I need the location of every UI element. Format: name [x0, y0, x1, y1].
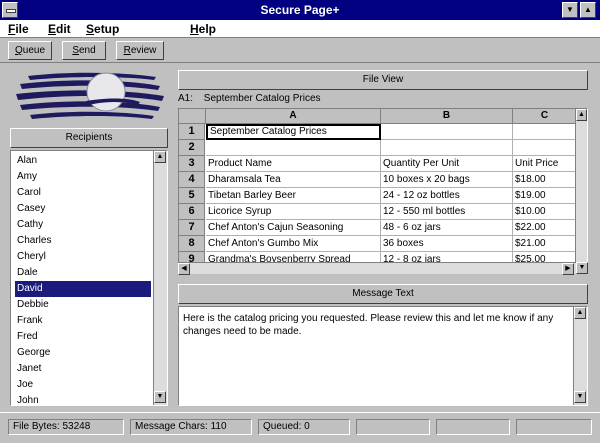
grid-cell-a[interactable]: Product Name [206, 156, 381, 172]
row-header[interactable]: 1 [179, 124, 205, 140]
grid-cell-c[interactable]: $19.00 [513, 188, 577, 204]
scroll-right-icon[interactable]: ▶ [562, 263, 574, 275]
title-bar: Secure Page+ ▼ ▲ [0, 0, 600, 20]
row-header[interactable]: 6 [179, 204, 205, 220]
queue-button[interactable]: Queue [8, 41, 52, 60]
column-header-c[interactable]: C [513, 109, 577, 124]
status-file-bytes: File Bytes: 53248 [8, 419, 124, 435]
grid-cell-b[interactable]: 36 boxes [381, 236, 513, 252]
recipient-item[interactable]: Alan [15, 153, 151, 169]
message-scrollbar[interactable]: ▲ ▼ [573, 307, 587, 405]
grid-cell-c[interactable]: $10.00 [513, 204, 577, 220]
grid-cell-a[interactable]: Licorice Syrup [206, 204, 381, 220]
maximize-icon[interactable]: ▲ [580, 2, 596, 18]
message-textarea[interactable]: Here is the catalog pricing you requeste… [178, 306, 588, 406]
grid-corner [179, 109, 206, 124]
row-header[interactable]: 7 [179, 220, 205, 236]
grid-cell-c[interactable] [513, 124, 577, 140]
grid-cell-a[interactable]: Chef Anton's Gumbo Mix [206, 236, 381, 252]
recipient-item[interactable]: Debbie [15, 297, 151, 313]
scroll-down-icon[interactable]: ▼ [154, 391, 166, 403]
grid-cell-c[interactable]: $21.00 [513, 236, 577, 252]
recipient-item[interactable]: John [15, 393, 151, 405]
grid-cell-c[interactable]: Unit Price [513, 156, 577, 172]
recipients-list[interactable]: Alan Amy Carol Casey Cathy Charles Cheryl Dale D… [10, 150, 168, 406]
grid-cell-a[interactable]: Chef Anton's Cajun Seasoning [206, 220, 381, 236]
status-panel-empty-2 [436, 419, 510, 435]
menu-edit[interactable]: Edit [48, 22, 71, 36]
grid-cell-b[interactable]: 24 - 12 oz bottles [381, 188, 513, 204]
grid-cell-b[interactable]: 12 - 550 ml bottles [381, 204, 513, 220]
row-header[interactable]: 8 [179, 236, 205, 252]
grid-cell-b[interactable]: 48 - 6 oz jars [381, 220, 513, 236]
recipient-item[interactable]: Dale [15, 265, 151, 281]
recipient-item[interactable]: Casey [15, 201, 151, 217]
window-title: Secure Page+ [260, 3, 340, 17]
row-header[interactable]: 4 [179, 172, 205, 188]
scroll-up-icon[interactable]: ▲ [576, 109, 587, 121]
recipient-item[interactable]: George [15, 345, 151, 361]
file-view-title: File View [178, 70, 588, 90]
file-view-vscrollbar[interactable]: ▲ [575, 109, 587, 272]
scroll-up-icon[interactable]: ▲ [574, 307, 586, 319]
cell-reference-value: September Catalog Prices [203, 93, 321, 104]
status-bar: File Bytes: 53248 Message Chars: 110 Que… [0, 412, 600, 443]
send-button[interactable]: Send [62, 41, 106, 60]
spreadsheet-grid[interactable]: A B C 1 September Catalog Prices 2 3 Product… [178, 108, 588, 273]
recipient-item[interactable]: Joe [15, 377, 151, 393]
status-message-chars: Message Chars: 110 [130, 419, 252, 435]
scroll-down-icon[interactable]: ▼ [576, 262, 588, 274]
grid-cell-a[interactable]: Tibetan Barley Beer [206, 188, 381, 204]
review-button[interactable]: Review [116, 41, 164, 60]
recipient-item[interactable]: Amy [15, 169, 151, 185]
row-header[interactable]: 2 [179, 140, 205, 156]
column-header-a[interactable]: A [206, 109, 381, 124]
recipients-scrollbar[interactable]: ▲ ▼ [153, 151, 167, 405]
recipient-item[interactable]: Frank [15, 313, 151, 329]
recipient-item[interactable]: David [15, 281, 151, 297]
column-header-b[interactable]: B [381, 109, 513, 124]
message-body[interactable]: Here is the catalog pricing you requeste… [183, 312, 571, 338]
scroll-up-icon[interactable]: ▲ [154, 151, 166, 163]
row-header[interactable]: 3 [179, 156, 205, 172]
status-queued: Queued: 0 [258, 419, 350, 435]
recipient-item[interactable]: Cathy [15, 217, 151, 233]
menu-setup[interactable]: Setup [86, 22, 119, 36]
grid-cell-b[interactable] [381, 140, 513, 156]
toolbar: Queue Send Review [0, 39, 600, 63]
scroll-down-icon[interactable]: ▼ [574, 391, 586, 403]
recipient-item[interactable]: Cheryl [15, 249, 151, 265]
menu-help[interactable]: Help [190, 22, 216, 36]
status-panel-empty-3 [516, 419, 592, 435]
grid-cell-b[interactable]: 10 boxes x 20 bags [381, 172, 513, 188]
menu-file[interactable]: File [8, 22, 29, 36]
app-logo [16, 72, 164, 119]
grid-cell-a[interactable]: Dharamsala Tea [206, 172, 381, 188]
recipient-item[interactable]: Fred [15, 329, 151, 345]
recipients-title: Recipients [10, 128, 168, 148]
grid-cell-c[interactable]: $22.00 [513, 220, 577, 236]
scroll-left-icon[interactable]: ◀ [178, 263, 190, 275]
recipient-item[interactable]: Charles [15, 233, 151, 249]
grid-cell-c[interactable] [513, 140, 577, 156]
message-text-title: Message Text [178, 284, 588, 304]
file-view-hscrollbar[interactable]: ◀ ▶ [178, 262, 576, 275]
grid-cell-b[interactable]: Quantity Per Unit [381, 156, 513, 172]
grid-cell-a[interactable] [206, 140, 381, 156]
status-panel-empty-1 [356, 419, 430, 435]
recipient-item[interactable]: Carol [15, 185, 151, 201]
row-header[interactable]: 5 [179, 188, 205, 204]
grid-cell-a[interactable]: September Catalog Prices [206, 124, 381, 140]
grid-cell-b[interactable] [381, 124, 513, 140]
grid-cell-c[interactable]: $18.00 [513, 172, 577, 188]
menu-bar: File Edit Setup Help [0, 20, 600, 38]
recipient-item[interactable]: Janet [15, 361, 151, 377]
cell-reference: A1: September Catalog Prices [178, 93, 588, 107]
cell-reference-address: A1: [178, 93, 194, 104]
minimize-icon[interactable]: ▼ [562, 2, 578, 18]
